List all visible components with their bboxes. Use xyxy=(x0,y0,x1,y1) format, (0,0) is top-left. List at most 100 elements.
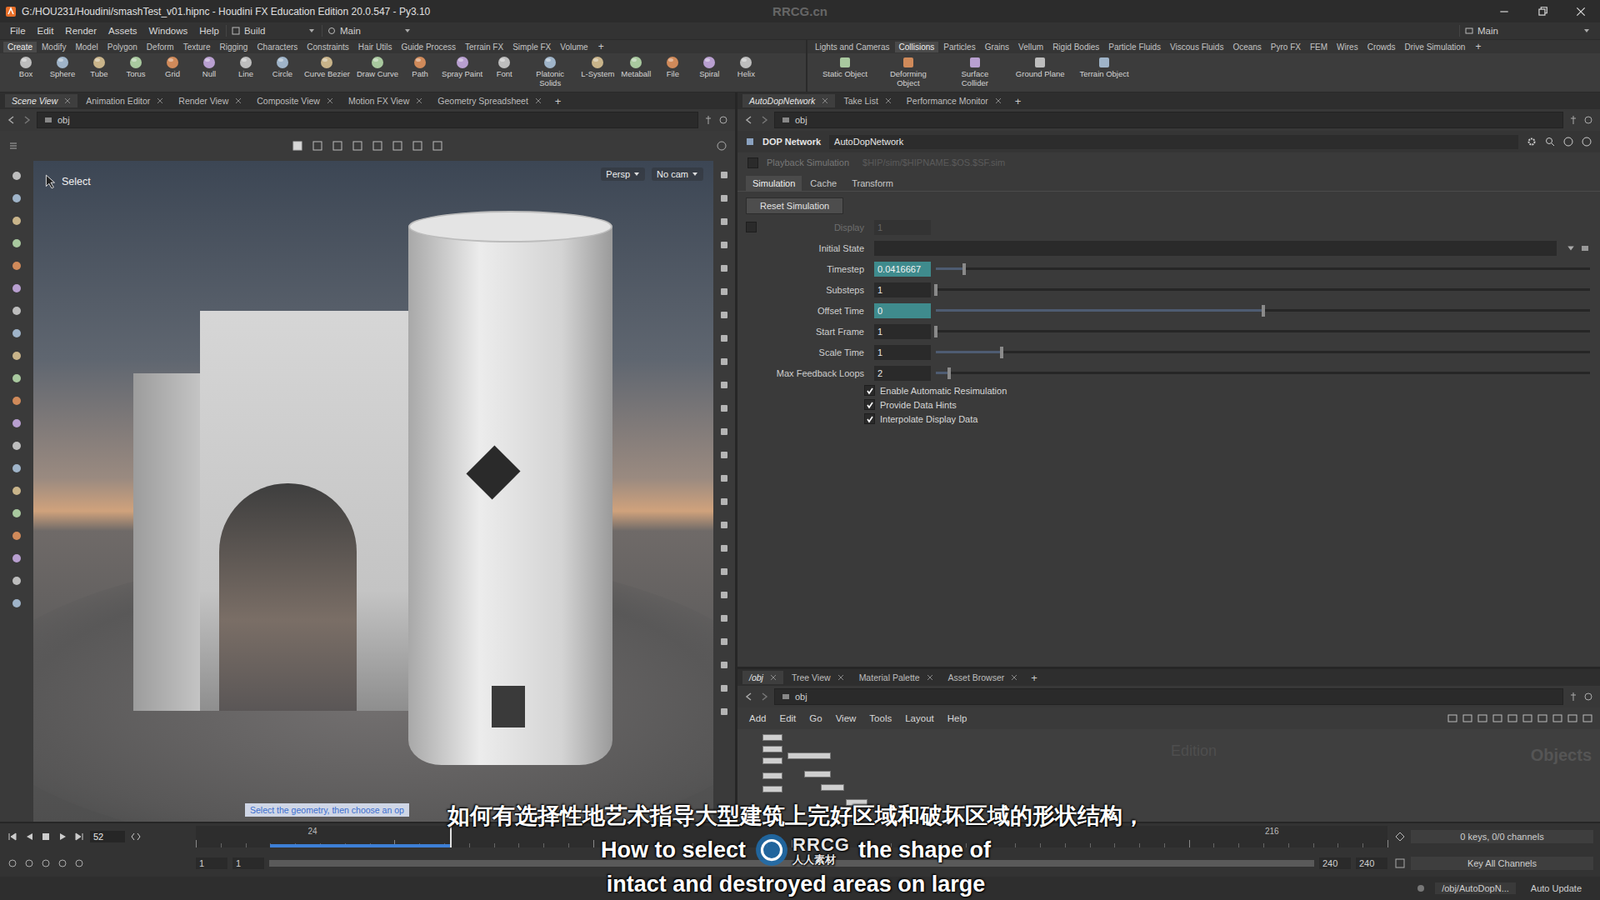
network-node[interactable] xyxy=(787,752,831,760)
tool-icon[interactable] xyxy=(10,574,24,588)
shelf-tab[interactable]: Create xyxy=(3,41,37,53)
shelf-tab[interactable]: Deform xyxy=(142,41,179,53)
display-option-icon[interactable] xyxy=(718,262,730,275)
back-icon[interactable] xyxy=(6,115,17,125)
playback-option-icon[interactable] xyxy=(6,857,19,870)
network-node[interactable] xyxy=(762,745,783,753)
network-editor[interactable]: EditionObjects xyxy=(737,729,1600,822)
display-option-icon[interactable] xyxy=(718,495,730,508)
tool-icon[interactable] xyxy=(10,551,24,565)
link-icon[interactable] xyxy=(1583,691,1594,702)
parameter-slider[interactable] xyxy=(935,345,1590,360)
path-field[interactable]: obj xyxy=(774,688,1564,705)
close-tab-icon[interactable] xyxy=(535,97,542,105)
display-option-icon[interactable] xyxy=(718,169,730,181)
shelf-tab[interactable]: Drive Simulation xyxy=(1400,41,1470,53)
pane-tab[interactable]: Scene View xyxy=(5,94,78,108)
pane-tab[interactable]: Performance Monitor xyxy=(900,94,1009,108)
menu-item[interactable]: Assets xyxy=(103,25,143,37)
network-tool-icon[interactable] xyxy=(1491,712,1504,725)
menu-item[interactable]: Windows xyxy=(144,25,194,37)
shelf-tab[interactable]: Constraints xyxy=(302,41,354,53)
parameter-field[interactable]: 0 xyxy=(874,303,931,319)
shelf-tab[interactable]: Volume xyxy=(555,41,592,53)
display-option-icon[interactable] xyxy=(718,565,730,578)
shelf-tool[interactable]: L-System xyxy=(578,55,617,80)
shelf-tool[interactable]: File xyxy=(655,55,690,80)
add-tab-button[interactable]: + xyxy=(550,95,567,108)
network-menu-item[interactable]: Tools xyxy=(864,712,897,725)
pane-tab[interactable]: AutoDopNetwork xyxy=(742,94,835,108)
camera-dropdown[interactable]: No cam xyxy=(651,167,704,181)
pin-icon[interactable] xyxy=(1568,691,1579,702)
display-option-icon[interactable] xyxy=(718,472,730,485)
parameter-field[interactable]: 0.0416667 xyxy=(874,261,931,277)
play-reverse-icon[interactable] xyxy=(23,830,35,843)
tool-icon[interactable] xyxy=(10,349,24,363)
right-workspace-dropdown[interactable]: Main xyxy=(1459,25,1595,37)
pane-tab[interactable]: Composite View xyxy=(250,94,340,108)
network-tool-icon[interactable] xyxy=(1581,712,1594,725)
close-tab-icon[interactable] xyxy=(235,97,242,105)
menu-item[interactable]: Edit xyxy=(32,25,60,37)
menu-item[interactable]: Help xyxy=(194,25,225,37)
network-node[interactable] xyxy=(762,757,783,765)
link-icon[interactable] xyxy=(718,115,729,125)
shelf-tool[interactable]: Surface Collider xyxy=(942,55,1008,88)
network-node[interactable] xyxy=(820,784,845,791)
display-option-icon[interactable] xyxy=(718,309,730,321)
pane-tab[interactable]: Take List xyxy=(836,94,898,108)
status-path[interactable]: /obj/AutoDopN... xyxy=(1435,882,1516,895)
network-menu-item[interactable]: View xyxy=(830,712,862,725)
parameter-slider[interactable] xyxy=(935,366,1590,380)
shelf-tool[interactable]: Torus xyxy=(118,55,154,80)
display-option-icon[interactable] xyxy=(718,239,730,251)
shelf-tool[interactable]: Box xyxy=(8,55,44,80)
close-tab-icon[interactable] xyxy=(770,674,777,681)
shelf-tab[interactable]: Model xyxy=(70,41,102,53)
shelf-tab[interactable]: Particles xyxy=(939,41,980,53)
path-field[interactable]: obj xyxy=(36,111,699,129)
shelf-tab[interactable]: Collisions xyxy=(895,41,940,53)
network-menu-item[interactable]: Go xyxy=(804,712,827,725)
display-option-icon[interactable] xyxy=(718,402,730,415)
network-tool-icon[interactable] xyxy=(1551,712,1564,725)
parameter-slider[interactable] xyxy=(935,304,1590,318)
shelf-tab[interactable]: Rigid Bodies xyxy=(1048,41,1104,53)
forward-icon[interactable] xyxy=(759,115,770,125)
playback-option-icon[interactable] xyxy=(56,857,69,870)
shelf-tab[interactable]: Guide Process xyxy=(396,41,460,53)
tool-icon[interactable] xyxy=(10,529,24,543)
display-field[interactable]: 1 xyxy=(874,220,931,235)
parameter-field[interactable]: 1 xyxy=(874,324,931,340)
close-tab-icon[interactable] xyxy=(885,97,892,105)
go-to-start-icon[interactable] xyxy=(6,830,19,843)
close-tab-icon[interactable] xyxy=(1010,674,1018,681)
network-node[interactable] xyxy=(762,734,783,741)
parameter-field[interactable]: 1 xyxy=(874,345,931,360)
view-dropdown[interactable]: Persp xyxy=(600,167,645,181)
close-tab-icon[interactable] xyxy=(326,97,334,105)
display-option-icon[interactable] xyxy=(718,332,730,345)
checkbox[interactable] xyxy=(747,157,759,169)
network-tool-icon[interactable] xyxy=(1536,712,1549,725)
shelf-tool[interactable]: Path xyxy=(402,55,438,80)
network-node[interactable] xyxy=(762,785,783,793)
parameter-slider[interactable] xyxy=(935,262,1590,276)
section-tab[interactable]: Cache xyxy=(803,175,844,191)
shelf-tab[interactable]: Grains xyxy=(980,41,1014,53)
selection-tool-icon[interactable] xyxy=(351,140,364,152)
shelf-tool[interactable]: Null xyxy=(191,55,227,80)
checkbox[interactable] xyxy=(745,221,757,233)
pane-tab[interactable]: Motion FX View xyxy=(341,94,430,108)
tool-icon[interactable] xyxy=(10,169,24,183)
display-option-icon[interactable] xyxy=(718,612,730,625)
shelf-tab[interactable]: Crowds xyxy=(1363,41,1400,53)
info-icon[interactable] xyxy=(1563,136,1574,147)
playback-option-icon[interactable] xyxy=(23,857,35,870)
playhead[interactable] xyxy=(450,825,452,848)
shelf-tab[interactable]: Pyro FX xyxy=(1266,41,1305,53)
display-option-icon[interactable] xyxy=(718,542,730,555)
shelf-tab[interactable]: Characters xyxy=(252,41,302,53)
section-tab[interactable]: Transform xyxy=(845,175,900,191)
